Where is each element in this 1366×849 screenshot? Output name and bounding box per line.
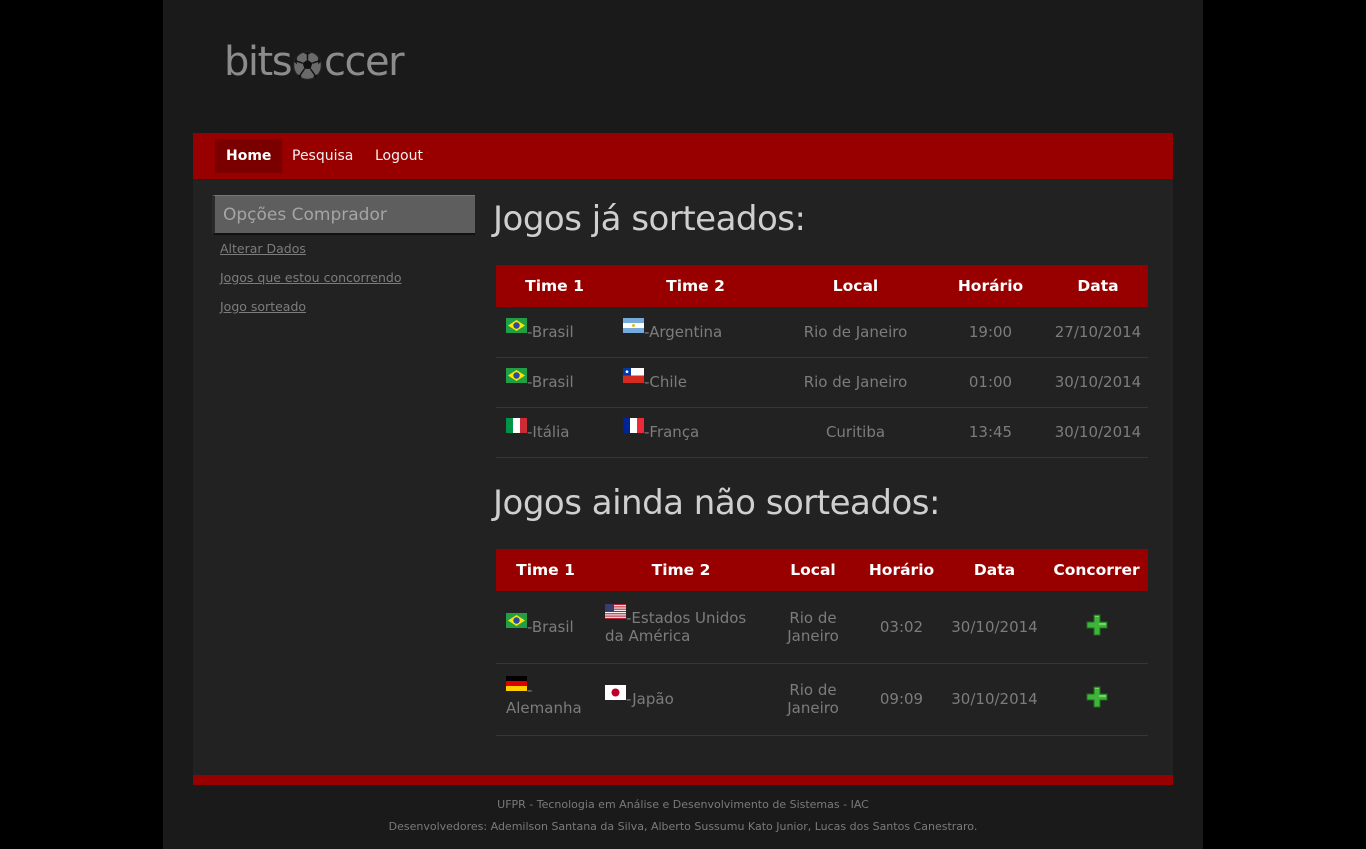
table-row: -Alemanha -Japão Rio de Janeiro 09:09 30/10/… <box>496 663 1148 736</box>
column-header[interactable]: Horário <box>859 549 944 591</box>
sidebar-link-jogos-concorrendo[interactable]: Jogos que estou concorrendo <box>220 270 402 285</box>
drawn-games-table: Time 1 Time 2 Local Horário Data -Brasil… <box>496 265 1148 458</box>
page-container: bits ccer Home Pesquisa Logout Opções Co… <box>163 0 1203 849</box>
sidebar-link-jogo-sorteado[interactable]: Jogo sorteado <box>220 299 306 314</box>
nav-home[interactable]: Home <box>215 139 283 173</box>
team-name: -Estados Unidos da América <box>605 608 747 645</box>
team-name: -Argentina <box>644 322 723 341</box>
team-cell: -Alemanha <box>496 663 595 736</box>
team-name: -França <box>644 423 700 441</box>
team-cell: -França <box>613 407 778 458</box>
team-name: -Chile <box>644 373 687 391</box>
column-header[interactable]: Time 2 <box>613 265 778 307</box>
local-cell: Rio de Janeiro <box>767 591 859 664</box>
main-navbar: Home Pesquisa Logout <box>193 133 1173 180</box>
column-header[interactable]: Data <box>944 549 1045 591</box>
team-cell: -Brasil <box>496 357 613 408</box>
time-cell: 19:00 <box>933 307 1048 358</box>
main-content: Opções Comprador Alterar Dados Jogos que… <box>193 180 1173 775</box>
team-cell: -Argentina <box>613 307 778 358</box>
team-cell: -Chile <box>613 357 778 408</box>
nav-pesquisa[interactable]: Pesquisa <box>281 139 364 173</box>
time-cell: 03:02 <box>859 591 944 664</box>
chile-flag-icon <box>623 368 644 383</box>
time-cell: 13:45 <box>933 407 1048 458</box>
column-header[interactable]: Time 2 <box>595 549 767 591</box>
bitsoccer-logo[interactable]: bits ccer <box>224 39 405 85</box>
concorrer-cell <box>1045 663 1148 736</box>
table-header-row: Time 1 Time 2 Local Horário Data <box>496 265 1148 307</box>
team-name: -Brasil <box>527 373 574 391</box>
team-name: -Japão <box>626 690 674 708</box>
team-cell: -Brasil <box>496 307 613 358</box>
team-name: -Itália <box>527 423 570 441</box>
table-row: -Brasil -Argentina Rio de Janeiro 19:00 27/1… <box>496 307 1148 358</box>
brazil-flag-icon <box>506 368 527 383</box>
team-name: -Brasil <box>527 617 574 636</box>
table-row: -Itália -França Curitiba 13:45 30/10/2014 <box>496 407 1148 458</box>
time-cell: 09:09 <box>859 663 944 736</box>
local-cell: Rio de Janeiro <box>778 307 933 358</box>
date-cell: 27/10/2014 <box>1048 307 1148 358</box>
sidebar-link-alterar-dados[interactable]: Alterar Dados <box>220 241 306 256</box>
team-cell: -Estados Unidos da América <box>595 591 767 664</box>
usa-flag-icon <box>605 603 626 619</box>
germany-flag-icon <box>506 676 527 691</box>
local-cell: Curitiba <box>778 407 933 458</box>
brazil-flag-icon <box>506 612 527 628</box>
pending-games-table: Time 1 Time 2 Local Horário Data Concorr… <box>496 549 1148 736</box>
team-cell: -Itália <box>496 407 613 458</box>
plus-icon[interactable] <box>1085 613 1109 637</box>
argentina-flag-icon <box>623 317 644 333</box>
france-flag-icon <box>623 418 644 433</box>
team-cell: -Japão <box>595 663 767 736</box>
column-header[interactable]: Time 1 <box>496 265 613 307</box>
soccer-ball-icon <box>292 48 323 80</box>
brazil-flag-icon <box>506 317 527 333</box>
sidebar-title: Opções Comprador <box>212 195 475 235</box>
column-header[interactable]: Local <box>778 265 933 307</box>
italy-flag-icon <box>506 418 527 433</box>
time-cell: 01:00 <box>933 357 1048 408</box>
logo-suffix: ccer <box>324 39 405 85</box>
column-header[interactable]: Data <box>1048 265 1148 307</box>
team-name: -Brasil <box>527 322 574 341</box>
team-cell: -Brasil <box>496 591 595 664</box>
date-cell: 30/10/2014 <box>1048 407 1148 458</box>
drawn-games-heading: Jogos já sorteados: <box>493 199 806 239</box>
date-cell: 30/10/2014 <box>944 591 1045 664</box>
japan-flag-icon <box>605 685 626 700</box>
footer-institution: UFPR - Tecnologia em Análise e Desenvolv… <box>497 798 869 811</box>
table-row: -Brasil -Estados Unidos da América Rio de … <box>496 591 1148 664</box>
date-cell: 30/10/2014 <box>944 663 1045 736</box>
pending-games-heading: Jogos ainda não sorteados: <box>493 483 940 523</box>
nav-logout[interactable]: Logout <box>364 139 434 173</box>
column-header[interactable]: Concorrer <box>1045 549 1148 591</box>
table-header-row: Time 1 Time 2 Local Horário Data Concorr… <box>496 549 1148 591</box>
table-row: -Brasil -Chile Rio de Janeiro 01:00 30/10/20… <box>496 357 1148 408</box>
concorrer-cell <box>1045 591 1148 664</box>
local-cell: Rio de Janeiro <box>778 357 933 408</box>
footer-bar <box>193 775 1173 785</box>
column-header[interactable]: Horário <box>933 265 1048 307</box>
plus-icon[interactable] <box>1085 685 1109 709</box>
date-cell: 30/10/2014 <box>1048 357 1148 408</box>
footer-developers: Desenvolvedores: Ademilson Santana da Si… <box>388 820 978 833</box>
column-header[interactable]: Time 1 <box>496 549 595 591</box>
logo-prefix: bits <box>224 39 293 85</box>
local-cell: Rio de Janeiro <box>767 663 859 736</box>
column-header[interactable]: Local <box>767 549 859 591</box>
